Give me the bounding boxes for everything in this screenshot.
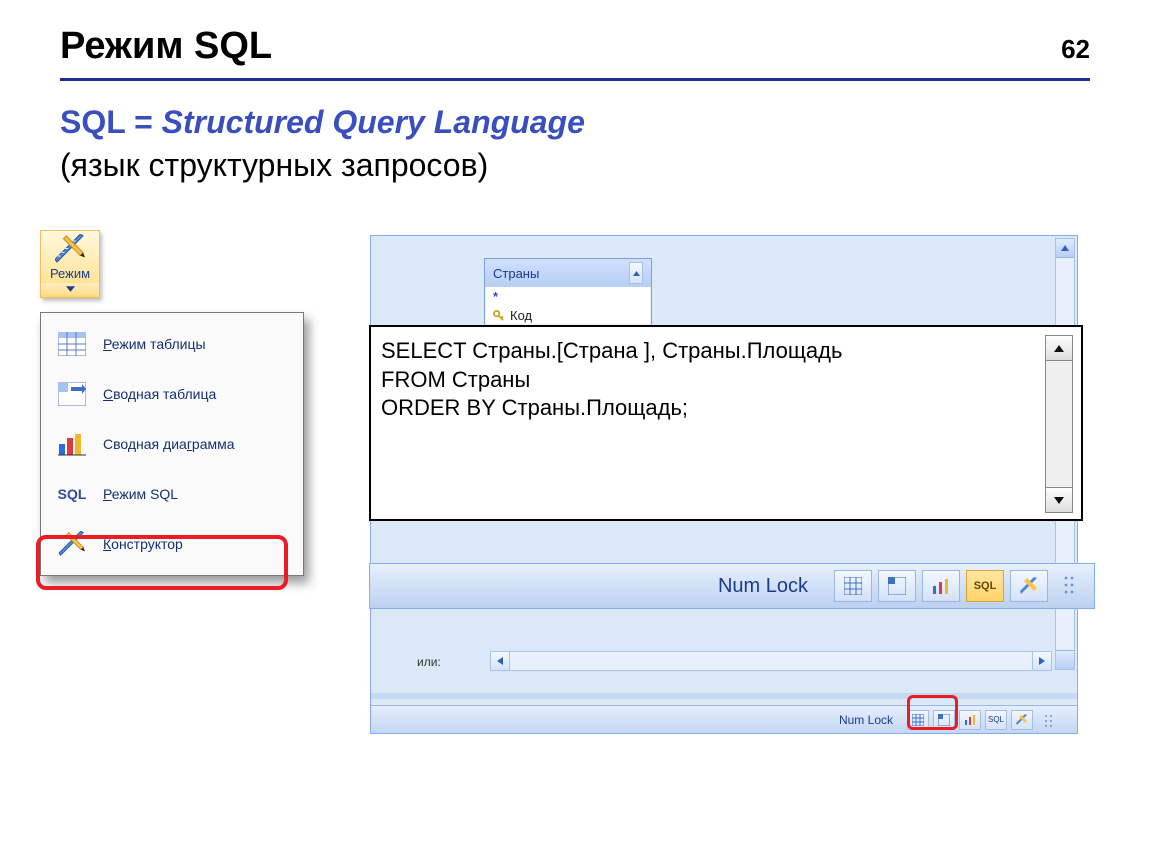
mode-button[interactable]: Режим bbox=[40, 230, 100, 298]
view-pivotchart-button[interactable] bbox=[922, 570, 960, 602]
dropdown-item-pivottable[interactable]: Сводная таблица bbox=[41, 369, 303, 419]
dropdown-item-label: Сводная таблица bbox=[103, 386, 216, 402]
subtitle-expansion: Structured Query Language bbox=[162, 104, 585, 140]
red-highlight-sql-item bbox=[36, 535, 288, 590]
scroll-up-button[interactable] bbox=[1056, 239, 1074, 258]
status-bar-large: Num Lock SQL bbox=[369, 563, 1095, 609]
scroll-up-button[interactable] bbox=[1046, 336, 1072, 361]
mode-button-label: Режим bbox=[41, 266, 99, 281]
view-datasheet-button[interactable] bbox=[834, 570, 872, 602]
slide-title: Режим SQL bbox=[60, 25, 272, 68]
table-field-list[interactable]: Страны * Код bbox=[484, 258, 652, 326]
sql-editor[interactable]: SELECT Страны.[Страна ], Страны.Площадь … bbox=[369, 325, 1083, 521]
view-design-button[interactable] bbox=[1010, 570, 1048, 602]
page-number: 62 bbox=[1061, 34, 1090, 65]
ruler-pencil-icon bbox=[55, 234, 85, 264]
view-pivottable-button[interactable] bbox=[878, 570, 916, 602]
subtitle: SQL = Structured Query Language (язык ст… bbox=[60, 101, 1090, 187]
pivottable-icon bbox=[57, 381, 87, 407]
view-sql-button-active[interactable]: SQL bbox=[966, 570, 1004, 602]
table-field-list-title: Страны bbox=[485, 259, 651, 287]
subtitle-translation: (язык структурных запросов) bbox=[60, 147, 488, 183]
mode-button-dropdown-icon[interactable] bbox=[41, 283, 99, 295]
sql-text: SELECT Страны.[Страна ], Страны.Площадь … bbox=[381, 337, 1039, 509]
sql-text-icon: SQL bbox=[57, 481, 87, 507]
field-row-star[interactable]: * bbox=[485, 287, 651, 306]
dropdown-item-label: Сводная диаграмма bbox=[103, 436, 235, 452]
numlock-indicator: Num Lock bbox=[839, 713, 893, 727]
divider bbox=[60, 78, 1090, 81]
view-pivotchart-button[interactable] bbox=[959, 710, 981, 730]
view-design-button[interactable] bbox=[1011, 710, 1033, 730]
datasheet-icon bbox=[57, 331, 87, 357]
dropdown-item-label: Режим SQL bbox=[103, 486, 178, 502]
bar-chart-icon bbox=[57, 431, 87, 457]
dropdown-item-sql[interactable]: SQL Режим SQL bbox=[41, 469, 303, 519]
subtitle-prefix: SQL = bbox=[60, 104, 162, 140]
key-icon bbox=[493, 310, 504, 321]
status-bar-small: Num Lock SQL bbox=[371, 705, 1077, 733]
field-row-key[interactable]: Код bbox=[485, 306, 651, 325]
or-row-label: или: bbox=[417, 655, 441, 669]
scroll-left-button[interactable] bbox=[491, 652, 510, 670]
resize-grip-icon[interactable] bbox=[1062, 572, 1080, 600]
dropdown-item-pivotchart[interactable]: Сводная диаграмма bbox=[41, 419, 303, 469]
red-highlight-sql-statusbar bbox=[907, 695, 958, 730]
vertical-scrollbar[interactable] bbox=[1045, 335, 1073, 513]
dropdown-item-datasheet[interactable]: Режим таблицы bbox=[41, 319, 303, 369]
view-sql-button[interactable]: SQL bbox=[985, 710, 1007, 730]
panel-splitter[interactable] bbox=[371, 693, 1077, 699]
scroll-up-button[interactable] bbox=[629, 262, 643, 284]
resize-grip-icon[interactable] bbox=[1043, 711, 1057, 729]
scroll-down-button[interactable] bbox=[1046, 487, 1072, 512]
dropdown-item-label: Режим таблицы bbox=[103, 336, 206, 352]
horizontal-scrollbar[interactable] bbox=[490, 651, 1052, 671]
scroll-right-button[interactable] bbox=[1032, 652, 1051, 670]
numlock-indicator: Num Lock bbox=[718, 575, 808, 598]
scroll-down-button[interactable] bbox=[1056, 650, 1074, 669]
